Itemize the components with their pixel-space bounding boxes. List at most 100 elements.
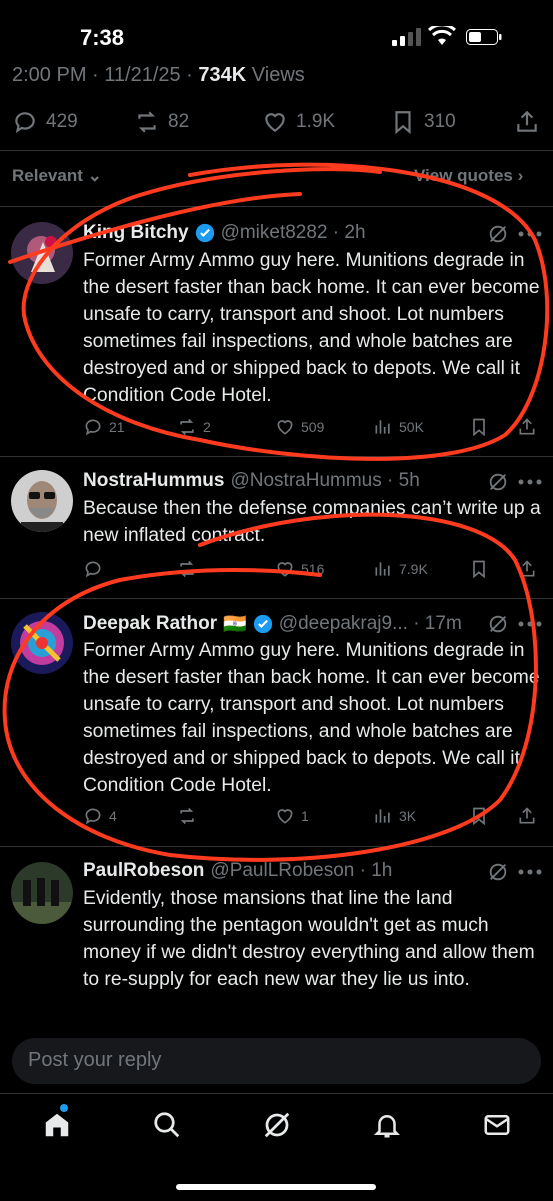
author-name[interactable]: NostraHummus — [83, 470, 224, 492]
notifications-icon[interactable] — [372, 1110, 402, 1140]
reply-button[interactable]: 21 — [83, 417, 125, 437]
like-count: 1 — [301, 808, 309, 824]
tweet-text: Because then the defense companies can’t… — [83, 498, 541, 546]
india-flag-emoji: 🇮🇳 — [223, 614, 247, 635]
grok-icon[interactable] — [487, 223, 509, 245]
bookmarks-count: 310 — [424, 111, 456, 132]
search-icon[interactable] — [152, 1110, 182, 1140]
reply-count: 4 — [109, 808, 117, 824]
reply-count: 21 — [109, 419, 125, 435]
views-button[interactable]: 7.9K — [373, 559, 428, 579]
views-icon — [375, 562, 390, 576]
status-time: 7:38 — [80, 25, 125, 50]
divider — [0, 846, 553, 847]
tweet-4-header: PaulRobeson @PaulLRobeson · 1h — [83, 860, 392, 882]
notification-dot — [60, 1104, 68, 1112]
author-name[interactable]: King Bitchy — [83, 222, 189, 244]
reposts-count: 82 — [168, 111, 190, 132]
repost-count: 2 — [203, 419, 211, 435]
avatar-king-bitchy[interactable] — [11, 222, 73, 284]
post-timestamp-views: 2:00 PM · 11/21/25 · 734K Views — [12, 64, 305, 87]
chevron-right-icon: › — [517, 166, 524, 185]
share-icon — [519, 418, 535, 435]
repost-button[interactable] — [177, 806, 197, 826]
view-count: 3K — [399, 808, 417, 824]
more-options-icon[interactable] — [518, 230, 542, 238]
views-button[interactable]: 3K — [373, 806, 416, 826]
battery-icon — [466, 29, 502, 45]
share-icon — [517, 110, 537, 132]
divider — [0, 456, 553, 457]
messages-icon[interactable] — [482, 1110, 512, 1140]
bookmark-button[interactable] — [469, 417, 489, 437]
tweet-3-header: Deepak Rathor 🇮🇳 @deepakraj9... · 17m — [83, 612, 462, 636]
grok-icon[interactable] — [487, 861, 509, 883]
bookmarks-button[interactable]: 310 — [390, 106, 456, 138]
avatar-paulrobeson[interactable] — [11, 862, 73, 924]
like-button[interactable]: 516 — [275, 559, 324, 579]
share-button[interactable] — [517, 806, 537, 826]
grok-icon[interactable] — [487, 471, 509, 493]
wifi-icon — [428, 26, 456, 45]
bookmark-icon — [473, 418, 485, 437]
grok-icon[interactable] — [487, 613, 509, 635]
reply-button[interactable] — [83, 559, 103, 579]
share-icon — [519, 560, 535, 577]
divider — [0, 206, 553, 207]
share-button[interactable] — [514, 106, 540, 138]
verified-badge-icon — [253, 614, 272, 634]
tweet-2-actions: 516 7.9K — [83, 559, 543, 583]
reply-icon — [85, 419, 101, 436]
reply-icon — [15, 112, 35, 133]
chevron-down-icon: ⌄ — [87, 166, 102, 185]
share-icon — [519, 807, 535, 824]
tweet-1-actions: 21 2 509 50K — [83, 417, 543, 441]
author-handle[interactable]: @PaulLRobeson · 1h — [210, 860, 392, 882]
home-indicator — [176, 1184, 376, 1190]
tweet-text: Former Army Ammo guy here. Munitions deg… — [83, 640, 540, 796]
more-options-icon[interactable] — [518, 868, 542, 876]
views-button[interactable]: 50K — [373, 417, 424, 437]
more-options-icon[interactable] — [518, 620, 542, 628]
verified-badge-icon — [195, 223, 214, 243]
tweet-2-header: NostraHummus @NostraHummus · 5h — [83, 470, 420, 492]
more-options-icon[interactable] — [518, 478, 542, 486]
grok-icon[interactable] — [262, 1110, 292, 1140]
author-name[interactable]: Deepak Rathor — [83, 613, 217, 635]
reply-placeholder: Post your reply — [28, 1049, 162, 1071]
views-icon — [375, 809, 390, 823]
avatar-nostrahummus[interactable] — [11, 470, 73, 532]
repost-icon — [180, 807, 194, 825]
avatar-deepak-rathor[interactable] — [11, 612, 73, 674]
bookmark-button[interactable] — [469, 806, 489, 826]
reply-icon — [85, 808, 101, 825]
bookmark-icon — [395, 111, 411, 135]
heart-icon — [265, 113, 285, 132]
author-name[interactable]: PaulRobeson — [83, 860, 204, 882]
cellular-signal-icon — [392, 28, 421, 46]
home-icon[interactable] — [42, 1110, 72, 1140]
view-quotes-label: View quotes — [414, 166, 513, 185]
sort-relevant-dropdown[interactable]: Relevant ⌄ — [12, 166, 102, 186]
reposts-button[interactable]: 82 — [134, 106, 189, 138]
reply-button[interactable]: 4 — [83, 806, 117, 826]
divider — [0, 150, 553, 151]
repost-button[interactable] — [177, 559, 197, 579]
share-button[interactable] — [517, 417, 537, 437]
likes-button[interactable]: 1.9K — [262, 106, 335, 138]
replies-count: 429 — [46, 111, 78, 132]
author-handle[interactable]: @deepakraj9... · 17m — [279, 613, 462, 635]
bookmark-button[interactable] — [469, 559, 489, 579]
replies-button[interactable]: 429 — [12, 106, 78, 138]
like-button[interactable]: 1 — [275, 806, 309, 826]
author-handle[interactable]: @NostraHummus · 5h — [230, 470, 419, 492]
like-count: 516 — [301, 561, 325, 577]
author-handle[interactable]: @miket8282 · 2h — [221, 222, 366, 244]
share-button[interactable] — [517, 559, 537, 579]
view-quotes-link[interactable]: View quotes › — [414, 166, 523, 186]
view-count: 50K — [399, 419, 424, 435]
repost-button[interactable]: 2 — [177, 417, 211, 437]
tweet-1-header: King Bitchy @miket8282 · 2h — [83, 222, 366, 244]
view-count: 7.9K — [399, 561, 428, 577]
like-button[interactable]: 509 — [275, 417, 324, 437]
